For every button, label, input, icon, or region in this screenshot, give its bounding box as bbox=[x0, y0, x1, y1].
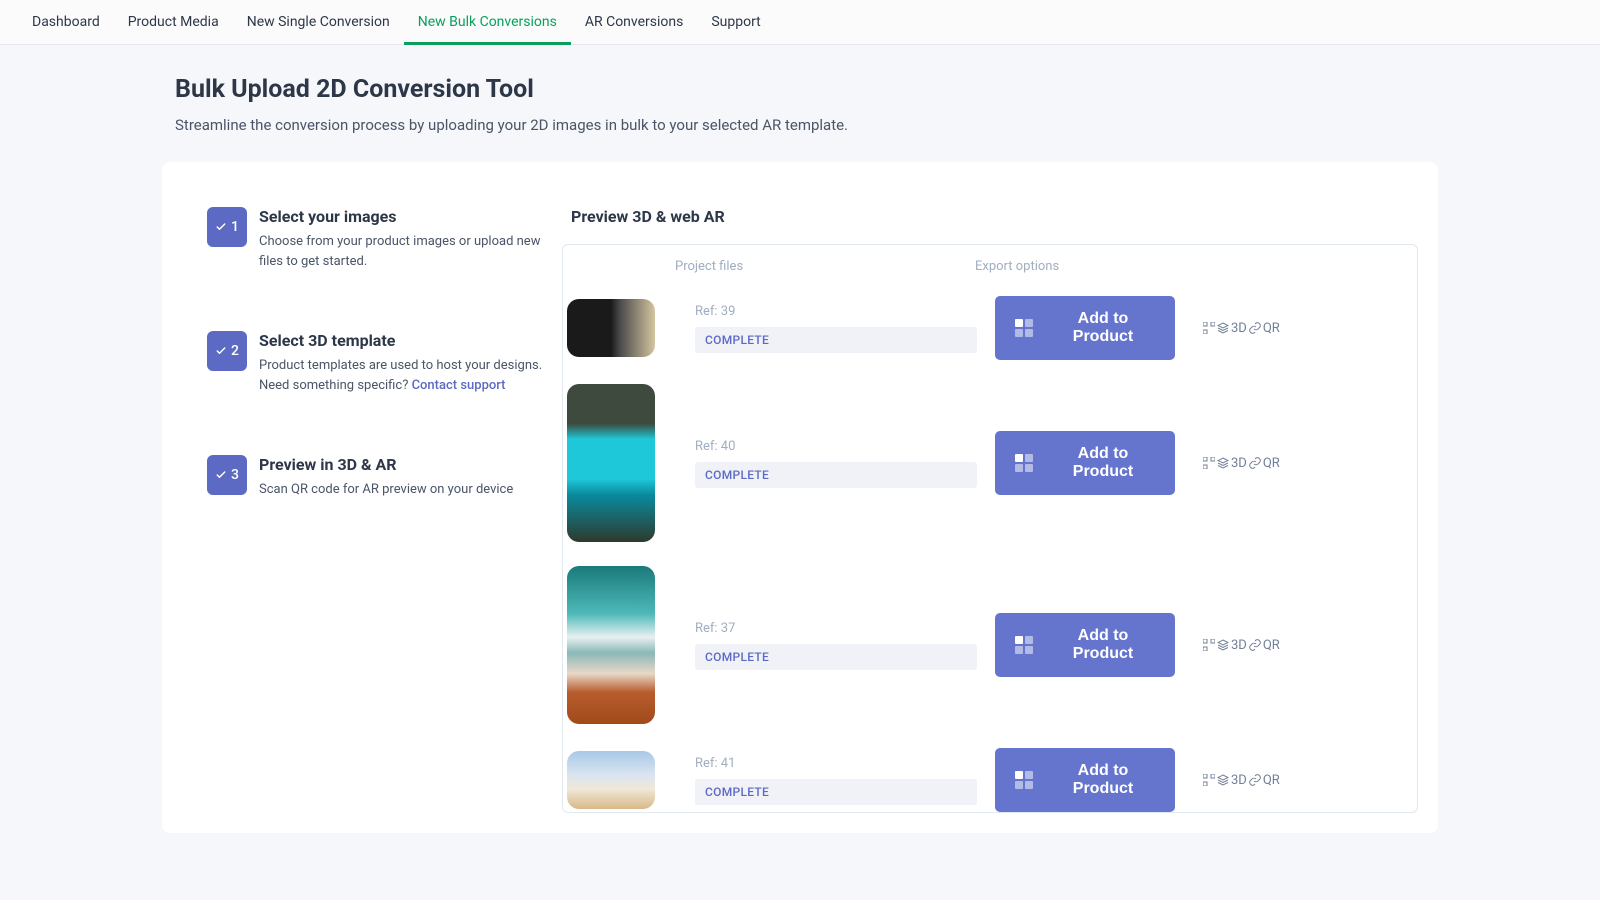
export-links: 3D QR bbox=[1203, 773, 1280, 788]
step-1-num: 1 bbox=[231, 219, 239, 235]
layers-icon bbox=[1217, 639, 1229, 651]
add-to-product-button[interactable]: Add to Product bbox=[995, 748, 1175, 812]
link-icon bbox=[1249, 457, 1261, 469]
table-header: Project files Export options bbox=[563, 245, 1417, 288]
col-header-files: Project files bbox=[675, 259, 975, 274]
top-nav: Dashboard Product Media New Single Conve… bbox=[0, 0, 1600, 45]
nav-dashboard[interactable]: Dashboard bbox=[18, 0, 114, 45]
nav-new-bulk-conversions[interactable]: New Bulk Conversions bbox=[404, 0, 571, 45]
step-2-num: 2 bbox=[231, 343, 239, 359]
link-icon bbox=[1249, 322, 1261, 334]
3d-link[interactable]: 3D bbox=[1217, 321, 1247, 336]
add-btn-label: Add to Product bbox=[1051, 762, 1155, 798]
nav-product-media[interactable]: Product Media bbox=[114, 0, 233, 45]
step-1-badge: 1 bbox=[207, 207, 247, 247]
check-icon bbox=[215, 469, 227, 481]
status-badge: COMPLETE bbox=[695, 779, 977, 805]
thumbnail-1[interactable] bbox=[567, 299, 655, 357]
3d-link[interactable]: 3D bbox=[1217, 638, 1247, 653]
export-links: 3D QR bbox=[1203, 638, 1280, 653]
ref-label: Ref: 39 bbox=[695, 304, 977, 319]
qr-link[interactable]: QR bbox=[1249, 773, 1280, 788]
col-header-export: Export options bbox=[975, 259, 1417, 274]
qr-code-icon bbox=[1203, 774, 1215, 786]
grid-icon bbox=[1015, 771, 1033, 789]
ref-label: Ref: 40 bbox=[695, 439, 977, 454]
step-1: 1 Select your images Choose from your pr… bbox=[207, 207, 547, 271]
link-icon bbox=[1249, 774, 1261, 786]
step-2-badge: 2 bbox=[207, 331, 247, 371]
table-row: Ref: 37 COMPLETE Add to Product 3D QR bbox=[563, 558, 1417, 740]
check-icon bbox=[215, 221, 227, 233]
step-2-content: Select 3D template Product templates are… bbox=[259, 331, 547, 395]
step-2-title: Select 3D template bbox=[259, 331, 547, 350]
step-1-desc: Choose from your product images or uploa… bbox=[259, 232, 547, 271]
ref-label: Ref: 41 bbox=[695, 756, 977, 771]
step-3-badge: 3 bbox=[207, 455, 247, 495]
step-1-title: Select your images bbox=[259, 207, 547, 226]
nav-new-single-conversion[interactable]: New Single Conversion bbox=[233, 0, 404, 45]
qr-code-icon bbox=[1203, 457, 1215, 469]
add-to-product-button[interactable]: Add to Product bbox=[995, 431, 1175, 495]
page-title: Bulk Upload 2D Conversion Tool bbox=[175, 75, 1425, 104]
grid-icon bbox=[1015, 319, 1033, 337]
step-3-desc: Scan QR code for AR preview on your devi… bbox=[259, 480, 547, 500]
link-icon bbox=[1249, 639, 1261, 651]
steps-column: 1 Select your images Choose from your pr… bbox=[207, 207, 547, 813]
3d-link[interactable]: 3D bbox=[1217, 773, 1247, 788]
add-btn-label: Add to Product bbox=[1051, 445, 1155, 481]
status-badge: COMPLETE bbox=[695, 327, 977, 353]
table-row: Ref: 40 COMPLETE Add to Product 3D QR bbox=[563, 376, 1417, 558]
qr-code-icon bbox=[1203, 322, 1215, 334]
thumbnail-2[interactable] bbox=[567, 384, 655, 542]
preview-table: Project files Export options Ref: 39 COM… bbox=[562, 244, 1418, 813]
export-links: 3D QR bbox=[1203, 456, 1280, 471]
qr-mini-icon[interactable] bbox=[1203, 457, 1215, 469]
3d-link[interactable]: 3D bbox=[1217, 456, 1247, 471]
layers-icon bbox=[1217, 457, 1229, 469]
ref-label: Ref: 37 bbox=[695, 621, 977, 636]
step-3-title: Preview in 3D & AR bbox=[259, 455, 547, 474]
step-3-content: Preview in 3D & AR Scan QR code for AR p… bbox=[259, 455, 547, 500]
layers-icon bbox=[1217, 774, 1229, 786]
qr-link[interactable]: QR bbox=[1249, 456, 1280, 471]
add-btn-label: Add to Product bbox=[1051, 310, 1155, 346]
page-header: Bulk Upload 2D Conversion Tool Streamlin… bbox=[0, 45, 1600, 154]
status-badge: COMPLETE bbox=[695, 462, 977, 488]
qr-mini-icon[interactable] bbox=[1203, 322, 1215, 334]
qr-link[interactable]: QR bbox=[1249, 321, 1280, 336]
page-subtitle: Streamline the conversion process by upl… bbox=[175, 116, 1425, 134]
grid-icon bbox=[1015, 636, 1033, 654]
preview-column: Preview 3D & web AR Project files Export… bbox=[562, 207, 1418, 813]
export-links: 3D QR bbox=[1203, 321, 1280, 336]
step-3: 3 Preview in 3D & AR Scan QR code for AR… bbox=[207, 455, 547, 500]
check-icon bbox=[215, 345, 227, 357]
add-btn-label: Add to Product bbox=[1051, 627, 1155, 663]
grid-icon bbox=[1015, 454, 1033, 472]
step-3-num: 3 bbox=[231, 467, 239, 483]
preview-title: Preview 3D & web AR bbox=[571, 207, 1418, 226]
table-row: Ref: 41 COMPLETE Add to Product 3D QR bbox=[563, 740, 1417, 812]
nav-support[interactable]: Support bbox=[697, 0, 774, 45]
add-to-product-button[interactable]: Add to Product bbox=[995, 613, 1175, 677]
main-card: 1 Select your images Choose from your pr… bbox=[162, 162, 1438, 833]
qr-code-icon bbox=[1203, 639, 1215, 651]
step-1-content: Select your images Choose from your prod… bbox=[259, 207, 547, 271]
qr-mini-icon[interactable] bbox=[1203, 639, 1215, 651]
step-2: 2 Select 3D template Product templates a… bbox=[207, 331, 547, 395]
thumbnail-3[interactable] bbox=[567, 566, 655, 724]
status-badge: COMPLETE bbox=[695, 644, 977, 670]
qr-link[interactable]: QR bbox=[1249, 638, 1280, 653]
nav-ar-conversions[interactable]: AR Conversions bbox=[571, 0, 698, 45]
add-to-product-button[interactable]: Add to Product bbox=[995, 296, 1175, 360]
table-row: Ref: 39 COMPLETE Add to Product 3D QR bbox=[563, 288, 1417, 376]
step-2-desc: Product templates are used to host your … bbox=[259, 356, 547, 395]
thumbnail-4[interactable] bbox=[567, 751, 655, 809]
layers-icon bbox=[1217, 322, 1229, 334]
qr-mini-icon[interactable] bbox=[1203, 774, 1215, 786]
contact-support-link[interactable]: Contact support bbox=[412, 378, 506, 393]
